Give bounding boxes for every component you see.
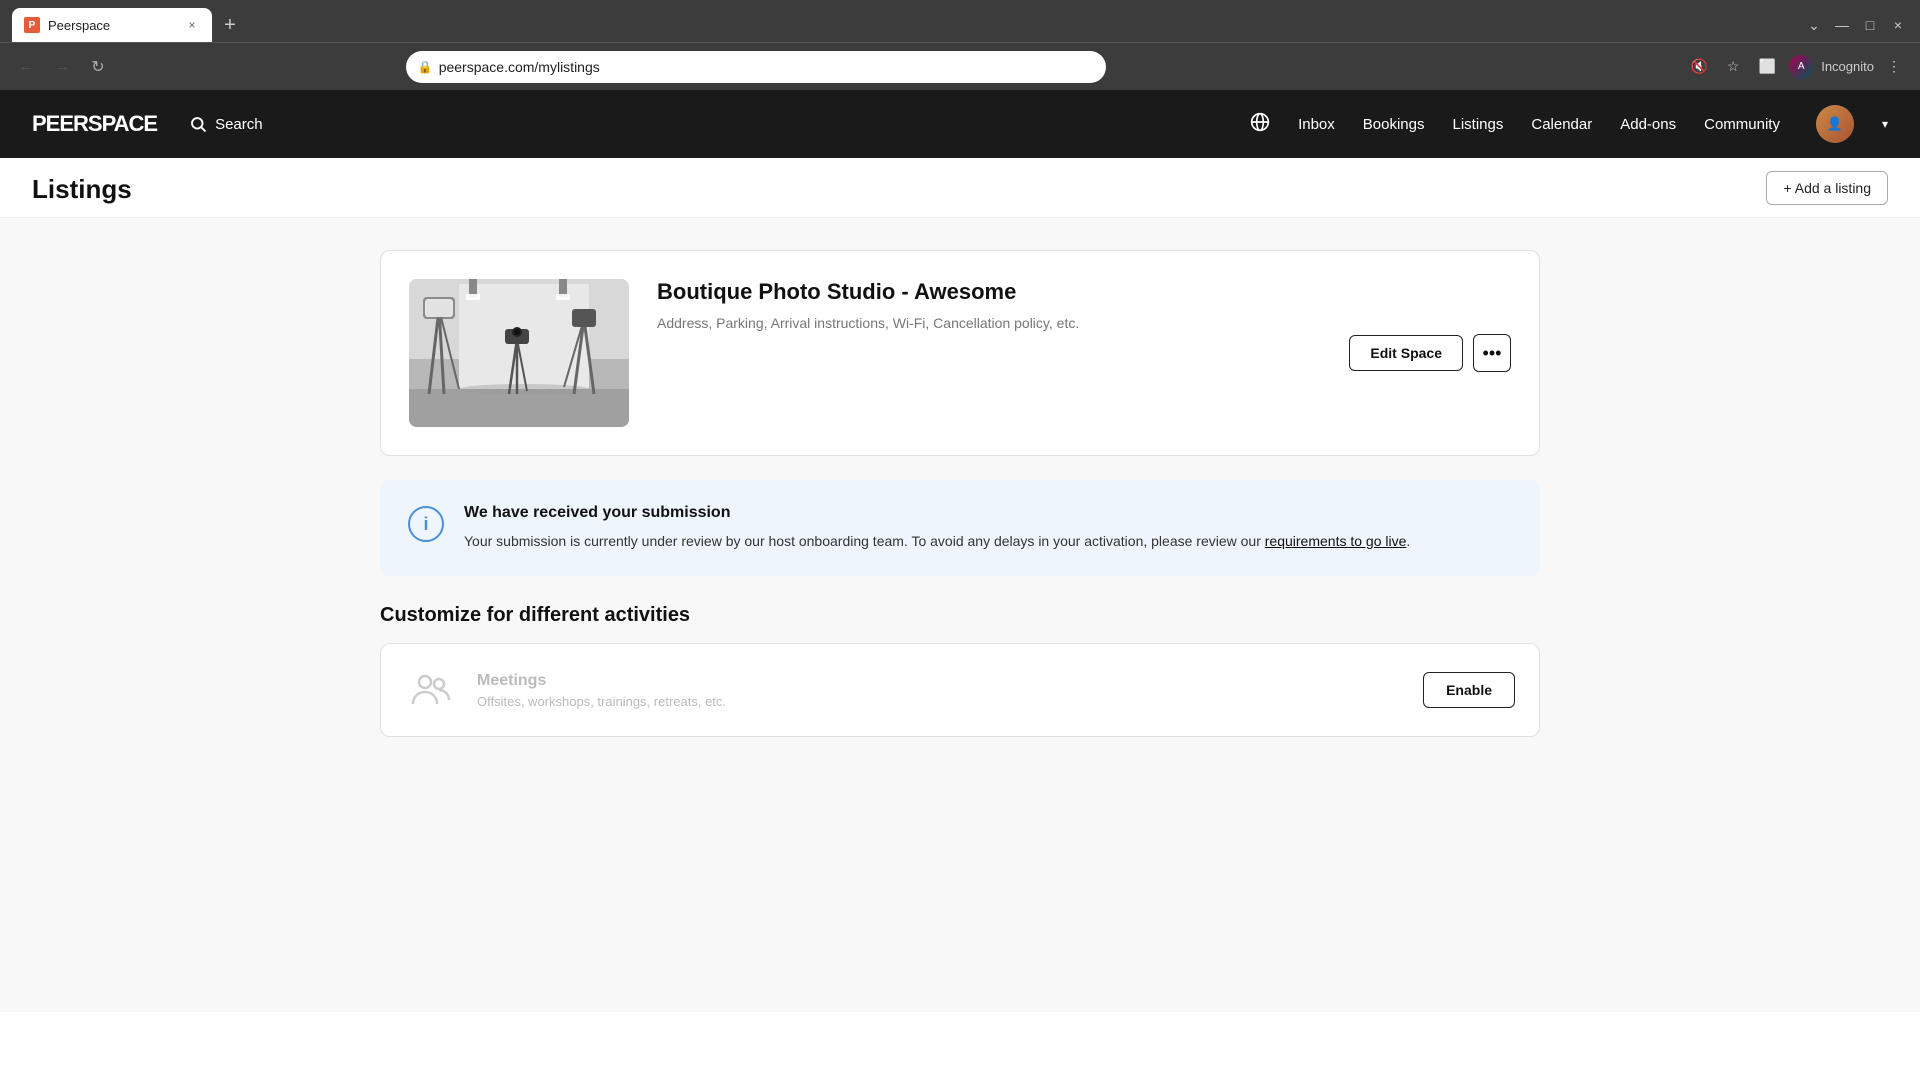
activity-info-meetings: Meetings Offsites, workshops, trainings,… <box>477 672 1403 709</box>
maximize-button[interactable]: □ <box>1860 15 1880 35</box>
more-options-button[interactable]: ••• <box>1473 334 1511 372</box>
browser-titlebar: P Peerspace × + ⌄ — □ × <box>0 0 1920 42</box>
listing-info: Boutique Photo Studio - Awesome Address,… <box>657 279 1321 331</box>
activity-desc-meetings: Offsites, workshops, trainings, retreats… <box>477 694 1403 709</box>
customize-section-title: Customize for different activities <box>380 604 1540 627</box>
browser-toolbar: ← → ↻ 🔒 peerspace.com/mylistings 🔇 ☆ ⬜ A… <box>0 42 1920 90</box>
forward-button[interactable]: → <box>48 53 76 81</box>
main-nav: PEERSPACE Search Inbox Bookings Listings… <box>0 90 1920 158</box>
activity-card-meetings: Meetings Offsites, workshops, trainings,… <box>380 643 1540 737</box>
search-icon <box>189 115 207 133</box>
info-banner-content: We have received your submission Your su… <box>464 504 1410 552</box>
tab-favicon: P <box>24 17 40 33</box>
browser-chrome: P Peerspace × + ⌄ — □ × ← → ↻ 🔒 peerspac… <box>0 0 1920 90</box>
url-display: peerspace.com/mylistings <box>439 59 1094 75</box>
tab-close-button[interactable]: × <box>184 17 200 33</box>
bookings-link[interactable]: Bookings <box>1363 116 1425 133</box>
listings-link[interactable]: Listings <box>1453 116 1504 133</box>
meetings-icon <box>405 664 457 716</box>
activity-name-meetings: Meetings <box>477 672 1403 690</box>
browser-tab[interactable]: P Peerspace × <box>12 8 212 42</box>
minimize-button[interactable]: — <box>1832 15 1852 35</box>
tab-title: Peerspace <box>48 18 176 33</box>
listing-name: Boutique Photo Studio - Awesome <box>657 279 1321 305</box>
page-body: PEERSPACE Search Inbox Bookings Listings… <box>0 90 1920 1012</box>
security-lock-icon: 🔒 <box>418 60 433 74</box>
studio-photo <box>409 279 629 427</box>
tab-list-button[interactable]: ⌄ <box>1804 15 1824 35</box>
info-banner-title: We have received your submission <box>464 504 1410 522</box>
browser-right-icons: 🔇 ☆ ⬜ A Incognito ⋮ <box>1685 53 1908 81</box>
community-link[interactable]: Community <box>1704 116 1780 133</box>
refresh-button[interactable]: ↻ <box>84 53 112 81</box>
address-bar[interactable]: 🔒 peerspace.com/mylistings <box>406 51 1106 83</box>
incognito-label: Incognito <box>1821 59 1874 74</box>
close-button[interactable]: × <box>1888 15 1908 35</box>
addons-link[interactable]: Add-ons <box>1620 116 1676 133</box>
page-title: Listings <box>32 174 132 217</box>
info-banner-main-text: Your submission is currently under revie… <box>464 533 1261 549</box>
back-button[interactable]: ← <box>12 53 40 81</box>
profile-avatar[interactable]: A <box>1787 53 1815 81</box>
browser-menu-button[interactable]: ⋮ <box>1880 53 1908 81</box>
listing-actions: Edit Space ••• <box>1349 334 1511 372</box>
user-profile-avatar[interactable]: 👤 <box>1816 105 1854 143</box>
listing-card: Boutique Photo Studio - Awesome Address,… <box>380 250 1540 456</box>
no-audio-icon: 🔇 <box>1685 53 1713 81</box>
listing-subtitle: Address, Parking, Arrival instructions, … <box>657 315 1321 331</box>
listing-image <box>409 279 629 427</box>
info-banner-text: Your submission is currently under revie… <box>464 530 1410 552</box>
nav-links: Inbox Bookings Listings Calendar Add-ons… <box>1250 105 1888 143</box>
profile-chevron-icon[interactable]: ▾ <box>1882 117 1888 131</box>
globe-icon[interactable] <box>1250 112 1270 137</box>
inbox-link[interactable]: Inbox <box>1298 116 1335 133</box>
listings-header: Listings + Add a listing <box>0 158 1920 218</box>
search-label: Search <box>215 116 263 133</box>
add-listing-button[interactable]: + Add a listing <box>1766 171 1888 205</box>
info-banner: i We have received your submission Your … <box>380 480 1540 576</box>
edit-space-button[interactable]: Edit Space <box>1349 335 1463 371</box>
split-screen-icon[interactable]: ⬜ <box>1753 53 1781 81</box>
info-icon: i <box>408 506 444 542</box>
enable-meetings-button[interactable]: Enable <box>1423 672 1515 708</box>
search-nav-item[interactable]: Search <box>189 115 263 133</box>
calendar-link[interactable]: Calendar <box>1531 116 1592 133</box>
requirements-link[interactable]: requirements to go live <box>1265 533 1407 549</box>
info-banner-text-end: . <box>1406 533 1410 549</box>
page-content: Boutique Photo Studio - Awesome Address,… <box>360 218 1560 781</box>
peerspace-logo[interactable]: PEERSPACE <box>32 111 157 137</box>
window-controls: ⌄ — □ × <box>1804 15 1908 35</box>
new-tab-button[interactable]: + <box>216 11 244 39</box>
bookmark-icon[interactable]: ☆ <box>1719 53 1747 81</box>
